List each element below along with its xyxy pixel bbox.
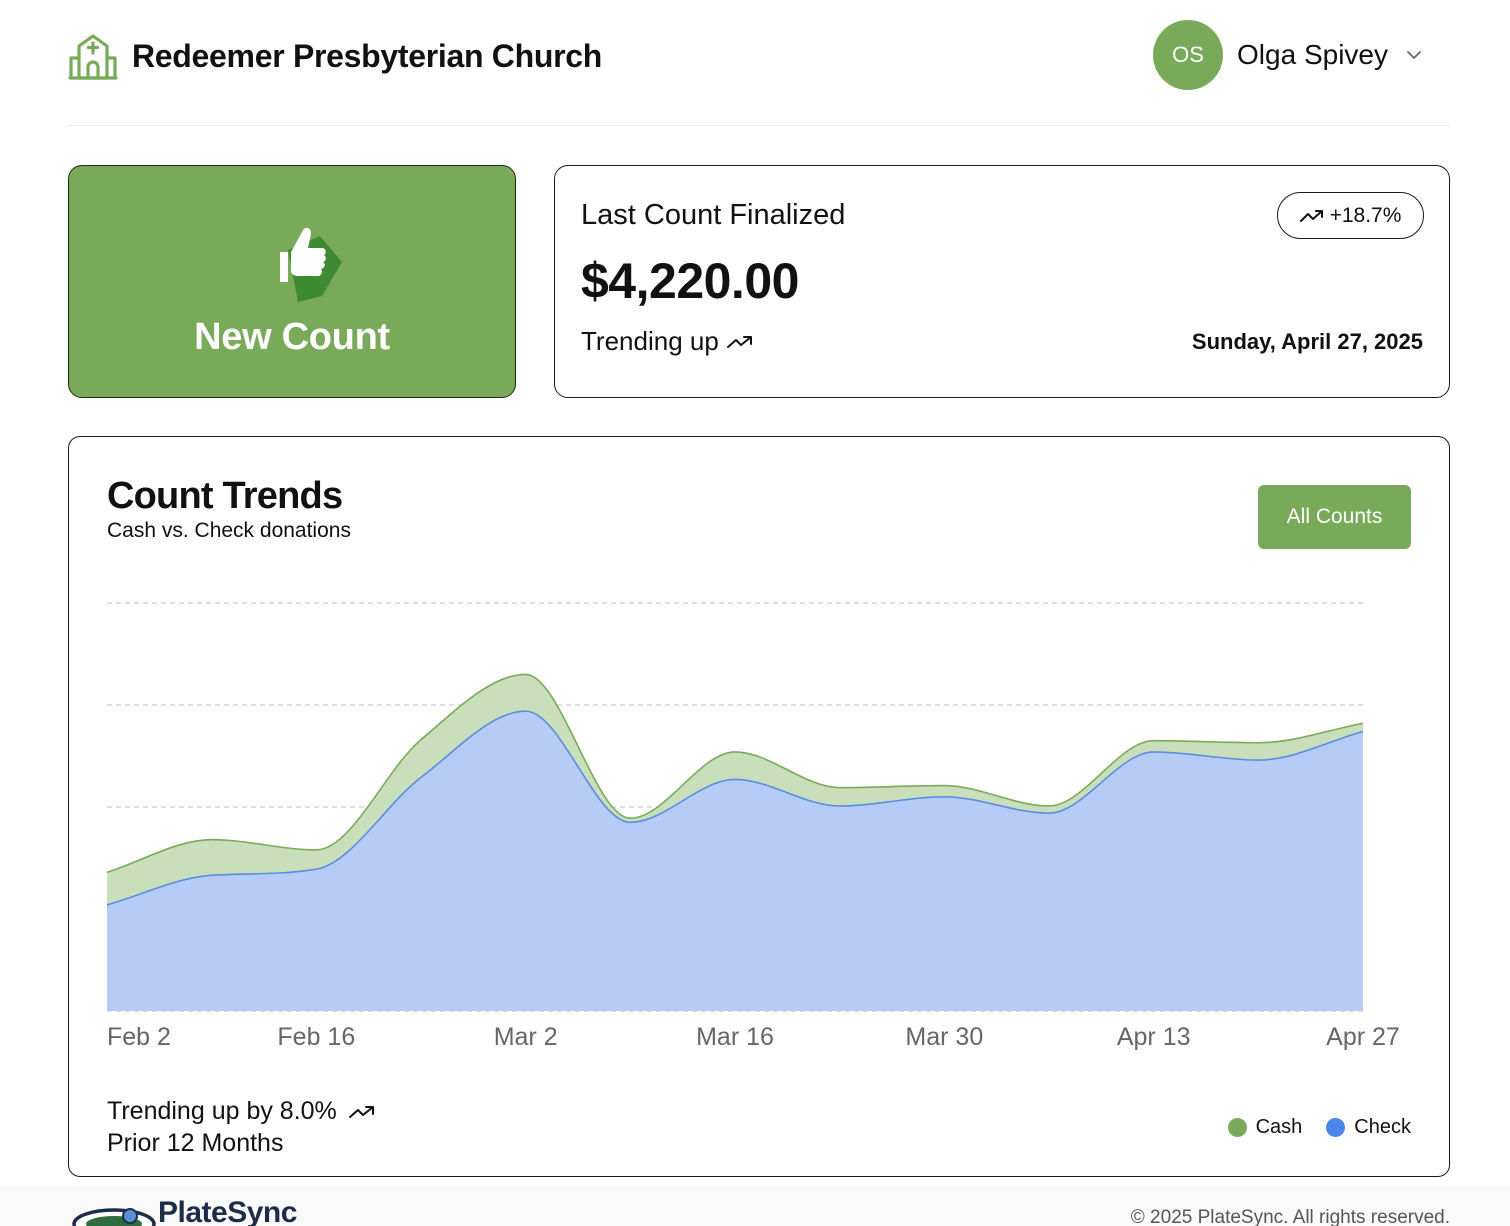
user-menu[interactable]: OS Olga Spivey bbox=[1153, 20, 1422, 90]
new-count-label: New Count bbox=[194, 316, 390, 358]
legend-label-cash: Cash bbox=[1255, 1116, 1303, 1138]
x-tick-label: Apr 27 bbox=[1326, 1023, 1400, 1051]
change-badge-value: +18.7% bbox=[1329, 203, 1402, 227]
chevron-down-icon bbox=[1407, 51, 1421, 59]
last-count-date: Sunday, April 27, 2025 bbox=[1191, 329, 1423, 354]
trend-indicator: Trending up bbox=[581, 326, 753, 357]
avatar: OS bbox=[1153, 20, 1224, 90]
legend-item-check: Check bbox=[1326, 1116, 1411, 1139]
x-tick-label: Mar 16 bbox=[696, 1023, 774, 1051]
chart-subtitle: Cash vs. Check donations bbox=[107, 519, 351, 542]
x-tick-label: Mar 30 bbox=[905, 1023, 983, 1051]
chart-title: Count Trends bbox=[107, 475, 343, 517]
trend-label: Trending up bbox=[581, 326, 719, 356]
platesync-logo-icon bbox=[72, 1208, 156, 1226]
count-trends-chart: Feb 2 Feb 16 Mar 2 Mar 16 Mar 30 Apr 13 Apr 27 bbox=[106, 602, 1400, 1051]
trending-up-icon bbox=[1299, 209, 1323, 222]
trend-summary-text: Trending up by 8.0% bbox=[107, 1097, 337, 1125]
legend-label-check: Check bbox=[1354, 1116, 1411, 1138]
last-count-title: Last Count Finalized bbox=[581, 199, 846, 231]
user-name: Olga Spivey bbox=[1237, 39, 1388, 70]
x-tick-label: Feb 16 bbox=[277, 1023, 355, 1051]
trending-up-icon bbox=[726, 335, 752, 348]
footer-brand: PlateSync bbox=[158, 1196, 297, 1226]
change-badge: +18.7% bbox=[1277, 192, 1424, 239]
x-tick-label: Mar 2 bbox=[494, 1023, 558, 1051]
x-tick-label: Feb 2 bbox=[107, 1023, 171, 1051]
legend-item-cash: Cash bbox=[1227, 1116, 1303, 1139]
legend-swatch-cash bbox=[1227, 1118, 1247, 1137]
trend-period: Prior 12 Months bbox=[107, 1129, 284, 1157]
last-count-amount: $4,220.00 bbox=[581, 253, 799, 309]
count-trends-card: Feb 2 Feb 16 Mar 2 Mar 16 Mar 30 Apr 13 Apr 27… bbox=[68, 436, 1450, 1177]
chart-legend: Cash Check bbox=[1204, 1116, 1411, 1139]
thumbs-up-icon bbox=[280, 227, 342, 302]
trend-summary: Trending up by 8.0% bbox=[107, 1097, 375, 1126]
all-counts-button[interactable]: All Counts bbox=[1258, 485, 1411, 549]
church-name: Redeemer Presbyterian Church bbox=[132, 37, 603, 74]
app-header: Redeemer Presbyterian Church OS Olga Spi… bbox=[68, 0, 1450, 126]
trending-up-icon bbox=[348, 1105, 374, 1118]
legend-swatch-check bbox=[1326, 1118, 1346, 1137]
last-count-card: Last Count Finalized +18.7% $4,220.00 Tr… bbox=[554, 165, 1450, 398]
church-icon bbox=[68, 34, 118, 80]
x-tick-label: Apr 13 bbox=[1117, 1023, 1191, 1051]
brand: Redeemer Presbyterian Church bbox=[68, 32, 602, 80]
copyright: © 2025 PlateSync. All rights reserved. bbox=[1130, 1207, 1450, 1226]
